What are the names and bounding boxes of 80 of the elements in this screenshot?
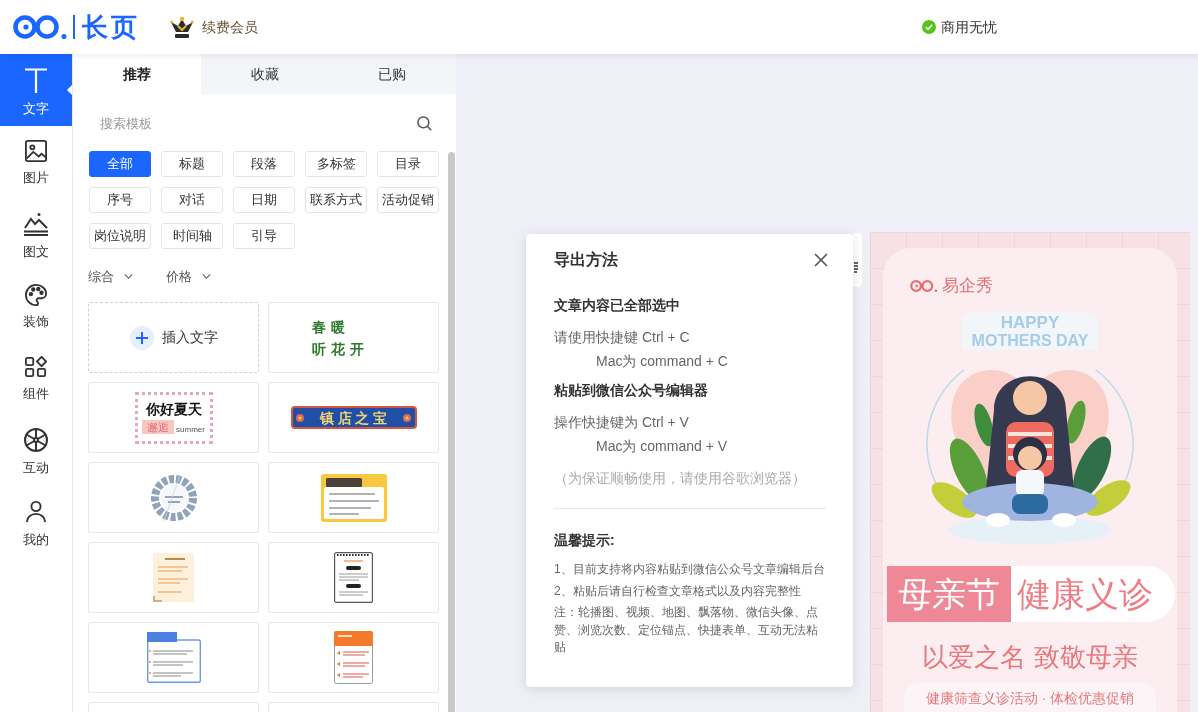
template-text: 镇 店 之 宝 [319,409,388,426]
logo-text: 长页 [82,12,140,42]
mac-shortcut-text: Mac为 command + V [595,437,729,456]
shortcut-text: 请使用快捷键 Ctrl + C [554,328,691,347]
tab[interactable]: 已购 [328,54,456,94]
tabbed-card-drawing [146,632,201,683]
filter-tag[interactable]: 目录 [377,151,439,177]
template-card[interactable]: 你好夏天 邂逅 summer [88,382,259,453]
crown-icon [170,16,194,38]
tip-text: 注：轮播图、视频、地图、飘落物、微信头像、点赞、浏览次数、定位锚点、快捷表单、互动无法粘贴 [554,604,819,656]
user-icon [25,500,47,524]
shortcut-text: 操作快捷键为 Ctrl + V [554,413,690,432]
insert-text-button[interactable]: 插入文字 [88,302,259,373]
filter-tag[interactable]: 引导 [233,223,295,249]
step-heading: 粘贴到微信公众号编辑器 [554,381,709,400]
template-text: 邂逅 [142,420,175,434]
logo-icon [13,14,68,40]
sort-dropdown[interactable]: 价格 [166,268,211,285]
search-field[interactable]: 搜索模板 [88,104,417,142]
filter-tag[interactable]: 岗位说明 [89,223,151,249]
info-card-drawing [320,473,387,522]
template-text: 听 花 开 [312,340,364,357]
browser-note: （为保证顺畅使用，请使用谷歌浏览器） [554,469,807,488]
mac-shortcut-text: Mac为 command + C [595,352,729,371]
text-icon [25,68,47,93]
filter-tag[interactable]: 序号 [89,187,151,213]
poster-logo-icon [910,279,938,293]
filter-tag[interactable]: 多标签 [305,151,367,177]
search-icon[interactable] [417,115,432,131]
plus-icon [129,325,154,350]
template-text: 春 暖 [312,318,346,335]
poster-subtitle: 健康筛查义诊活动 · 体检优惠促销 [903,683,1157,712]
commercial-use-label: 商用无忧 [941,17,997,37]
filter-tag[interactable]: 活动促销 [377,187,439,213]
wheel-icon [24,428,48,452]
list-card-drawing [334,631,373,684]
template-card[interactable] [268,542,439,613]
tab[interactable]: 收藏 [200,54,329,94]
filter-tag[interactable]: 日期 [233,187,295,213]
filter-tag[interactable]: 段落 [233,151,295,177]
filter-tag[interactable]: 全部 [89,151,151,177]
poster-title-highlight: 健康义诊 [1011,566,1175,622]
filter-tag[interactable]: 联系方式 [305,187,367,213]
sidebar-item[interactable]: 文字 [0,54,72,126]
palette-icon [25,284,47,306]
poster-title: 母亲节 [887,566,1011,622]
renew-membership-button[interactable]: 续费会员 [170,16,258,38]
tip-text: 2、粘贴后请自行检查文章格式以及内容完整性 [554,582,802,600]
step-heading: 文章内容已全部选中 [554,296,681,315]
template-text: 你好夏天 [145,401,202,417]
dialog-title: 导出方法 [554,250,618,270]
poster-slogan: 以爱之名 致敬母亲 [922,641,1138,673]
chevron-down-icon [202,274,211,279]
filter-tag[interactable]: 标题 [161,151,223,177]
tip-text: 1、目前支持将内容粘贴到微信公众号文章编辑后台 [554,561,826,578]
notebook-drawing [334,552,373,603]
scrollbar[interactable] [448,152,455,712]
illustration-caption: MOTHERS DAY [971,331,1089,350]
template-card[interactable] [268,462,439,533]
check-icon [922,20,936,34]
sort-dropdown[interactable]: 综合 [88,268,133,285]
template-card[interactable]: 镇 店 之 宝 [268,382,439,453]
close-icon [814,253,828,267]
filter-tag[interactable]: 对话 [161,187,223,213]
image-icon [25,140,47,162]
filter-tag[interactable]: 时间轴 [161,223,223,249]
close-button[interactable] [813,252,829,268]
illustration-caption: HAPPY [1000,314,1060,331]
poster-logo-text: 易企秀 [942,277,993,295]
mountain-icon [24,212,48,236]
toolbar-glyph-icon[interactable] [854,262,858,274]
template-text: summer [176,425,205,434]
floral-wreath-drawing [149,472,198,523]
template-card[interactable]: 春 暖 听 花 开 [268,302,439,373]
tips-heading: 温馨提示: [554,531,616,550]
chevron-down-icon [124,274,133,279]
note-paper-drawing [153,553,194,602]
ornament-icon [403,413,412,422]
shapes-grid-icon [25,356,47,378]
ornament-icon [295,413,304,422]
